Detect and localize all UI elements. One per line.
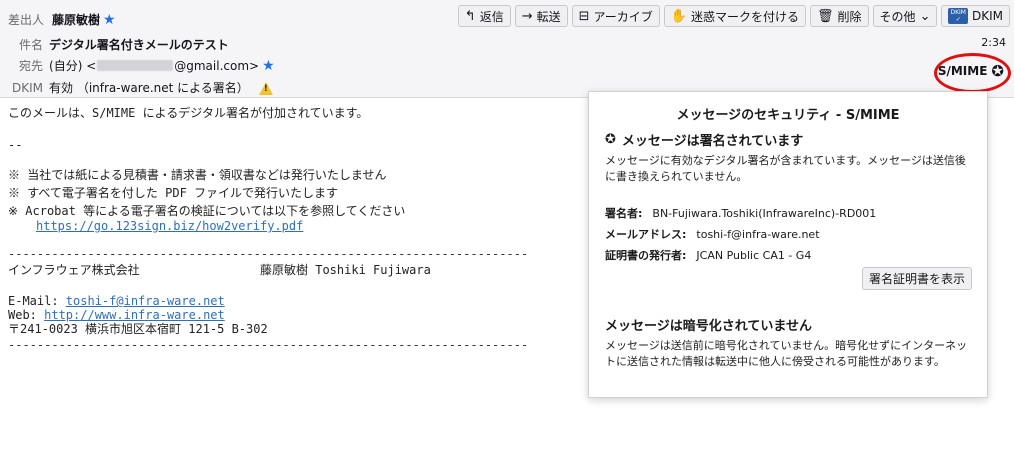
dkim-button[interactable]: DKIM ✓ DKIM [941,5,1010,27]
subject-value: デジタル署名付きメールのテスト [49,38,229,52]
encryption-description: メッセージは送信前に暗号化されていません。暗号化せずにインターネットに送信された… [605,339,968,368]
view-signature-certificate-button[interactable]: 署名証明書を表示 [861,267,972,290]
signed-description: メッセージに有効なデジタル署名が含まれています。メッセージは送信後に書き換えられ… [605,154,966,183]
reply-button[interactable]: ↰ 返信 [457,5,511,27]
body-line: ※ 当社では紙による見積書・請求書・領収書などは発行いたしません [8,168,387,182]
junk-button[interactable]: ✋ 迷惑マークを付ける [663,5,807,27]
archive-button[interactable]: ⊟ アーカイブ [571,5,660,27]
issuer-row: 証明書の発行者: JCAN Public CA1 - G4 [605,249,812,262]
popup-title: メッセージのセキュリティ - S/MIME [676,108,900,123]
to-row: 宛先 (自分) < @gmail.com> ★ [19,57,275,74]
message-toolbar: ↰ 返信 → 転送 ⊟ アーカイブ ✋ 迷惑マークを付ける 🗑 削除 その他 ⌄ DKIM ✓… [457,5,1010,27]
forward-icon: → [521,8,533,24]
signed-heading: ✪ メッセージは署名されています [605,132,804,149]
verify-link[interactable]: https://go.123sign.biz/how2verify.pdf [36,217,303,235]
dkim-value: 有効 （infra-ware.net による署名） [49,81,249,95]
redacted-address [97,60,174,71]
signature-rosette-icon: ✪ [605,132,616,147]
dkim-label: DKIM [12,80,44,95]
delete-button[interactable]: 🗑 削除 [810,5,869,27]
star-icon[interactable]: ★ [262,58,275,74]
message-time: 2:34 [981,36,1006,49]
message-header: 差出人 藤原敏樹 ★ ↰ 返信 → 転送 ⊟ アーカイブ ✋ 迷惑マークを付ける 🗑 削除… [0,0,1014,98]
body-line: このメールは、S/MIME によるデジタル署名が付加されています。 [8,106,369,120]
body-line: -- [8,138,23,152]
star-icon[interactable]: ★ [103,12,116,28]
to-suffix[interactable]: @gmail.com> [174,59,259,73]
from-row: 差出人 藤原敏樹 ★ [8,11,116,28]
warning-icon[interactable]: ! [258,82,273,95]
person-name: 藤原敏樹 Toshiki Fujiwara [260,263,431,277]
to-label: 宛先 [19,59,44,73]
other-actions-button[interactable]: その他 ⌄ [872,5,938,27]
security-popup: メッセージのセキュリティ - S/MIME ✪ メッセージは署名されています メ… [588,91,988,398]
separator-line: ----------------------------------------… [8,338,529,352]
body-line: ※ すべて電子署名を付した PDF ファイルで発行いたします [8,186,339,200]
forward-button[interactable]: → 転送 [514,5,568,27]
subject-label: 件名 [19,38,44,52]
dkim-icon: DKIM ✓ [948,8,968,24]
trash-icon: 🗑 [817,8,834,24]
chevron-down-icon: ⌄ [919,8,931,24]
reply-icon: ↰ [464,8,476,24]
to-prefix[interactable]: (自分) < [49,57,96,74]
junk-icon: ✋ [670,8,687,24]
email-row: メールアドレス: toshi-f@infra-ware.net [605,228,820,241]
signer-row: 署名者: BN-Fujiwara.Toshiki(InfrawareInc)-RD… [605,207,877,220]
encryption-heading: メッセージは暗号化されていません [605,319,812,334]
smime-indicator[interactable]: S/MIME ✪ [938,62,1004,80]
subject-row: 件名 デジタル署名付きメールのテスト [19,36,229,53]
from-label: 差出人 [8,13,45,27]
dkim-row: DKIM 有効 （infra-ware.net による署名） ! [12,79,273,96]
company-name: インフラウェア株式会社 [8,263,140,277]
signature-rosette-icon: ✪ [991,62,1004,80]
from-value[interactable]: 藤原敏樹 [52,11,100,28]
archive-icon: ⊟ [578,8,590,24]
